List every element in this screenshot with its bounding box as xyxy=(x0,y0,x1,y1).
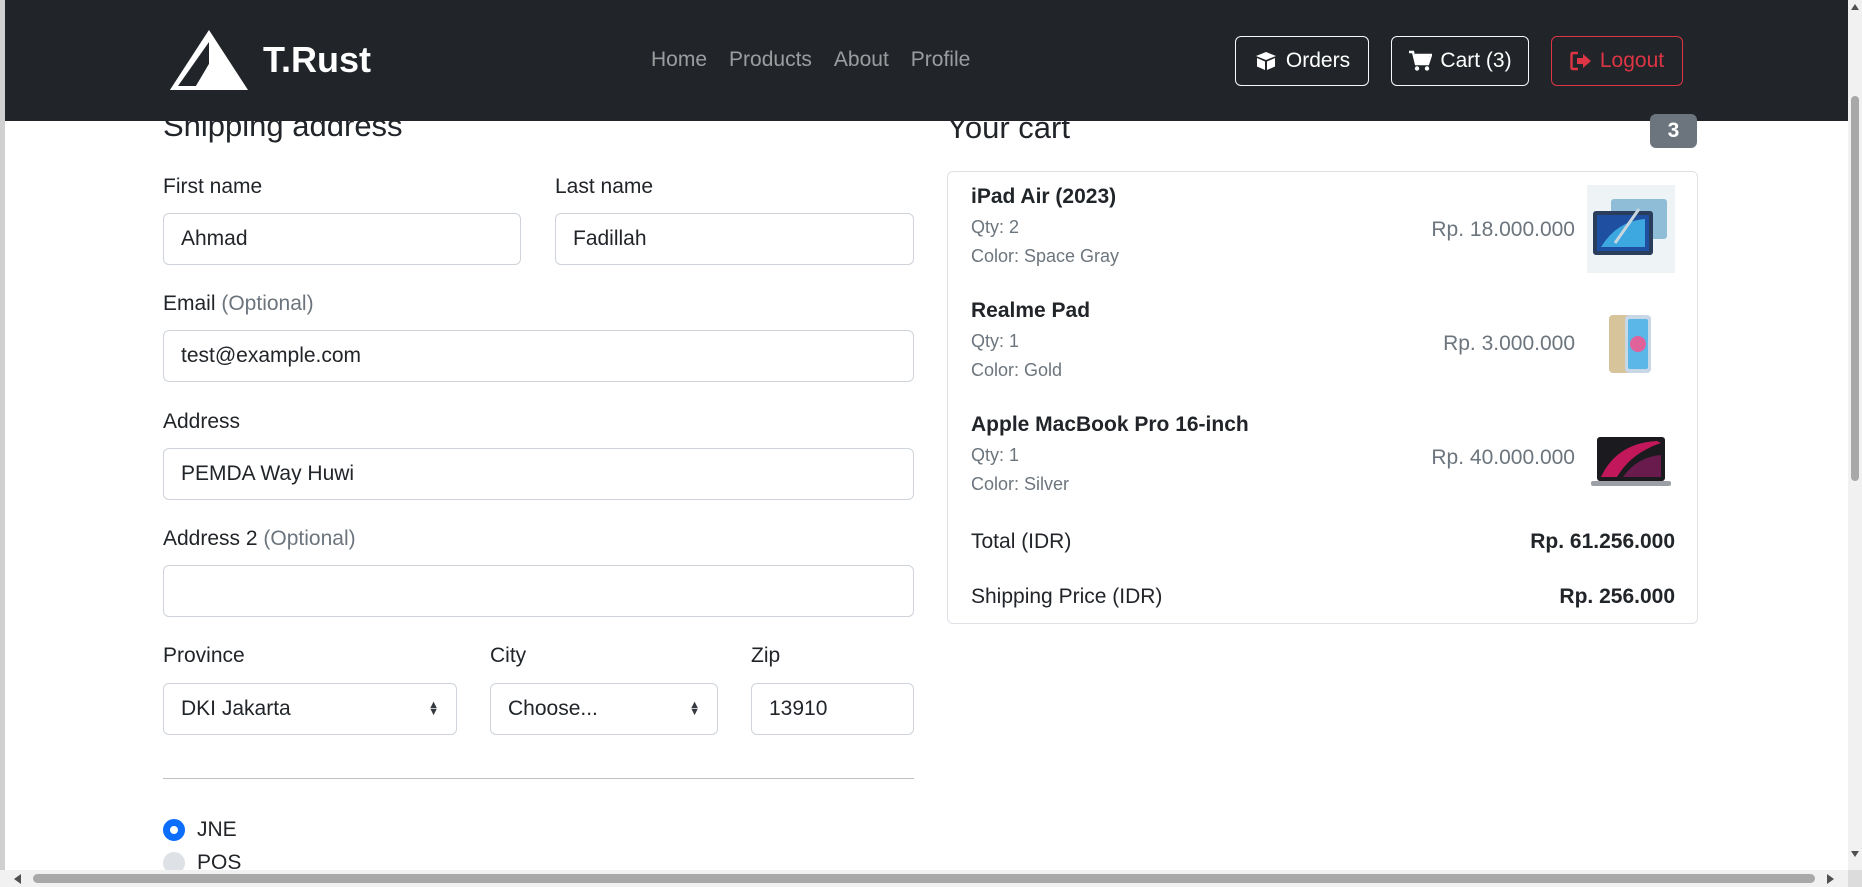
logout-icon xyxy=(1570,51,1591,71)
cart-icon xyxy=(1409,50,1433,71)
scroll-left-arrow-icon[interactable] xyxy=(14,874,21,884)
scroll-right-arrow-icon[interactable] xyxy=(1827,874,1834,884)
cart-item-color: Color: Silver xyxy=(971,474,1070,494)
address2-optional-hint: (Optional) xyxy=(263,527,356,550)
cart-list: iPad Air (2023) Qty: 2 Color: Space Gray… xyxy=(947,171,1698,624)
ipad-image-icon xyxy=(1587,185,1675,273)
cart-item-price: Rp. 3.000.000 xyxy=(1443,332,1575,355)
courier-label: JNE xyxy=(197,818,237,841)
box-icon xyxy=(1255,52,1276,70)
radio-unchecked[interactable] xyxy=(163,852,185,870)
select-caret-icon: ▲ ▼ xyxy=(689,699,700,718)
nav-link-home[interactable]: Home xyxy=(651,48,707,72)
horizontal-scroll-thumb[interactable] xyxy=(33,874,1815,883)
logout-label: Logout xyxy=(1599,49,1665,72)
nav-link-profile[interactable]: Profile xyxy=(911,48,971,72)
cart-item-color: Color: Space Gray xyxy=(971,246,1120,266)
vertical-scrollbar[interactable] xyxy=(1848,0,1862,870)
first-name-input[interactable]: Ahmad xyxy=(163,213,521,265)
divider xyxy=(163,778,914,779)
cart-item: iPad Air (2023) Qty: 2 Color: Space Gray xyxy=(971,185,1119,267)
city-select[interactable]: Choose... ▲ ▼ xyxy=(490,683,718,735)
radio-checked[interactable] xyxy=(163,819,185,841)
shipping-price-value: Rp. 256.000 xyxy=(1559,585,1675,608)
province-value: DKI Jakarta xyxy=(181,697,291,720)
courier-label: POS xyxy=(197,851,242,870)
first-name-label: First name xyxy=(163,175,263,198)
total-value: Rp. 61.256.000 xyxy=(1530,530,1675,553)
horizontal-scrollbar[interactable] xyxy=(0,870,1848,887)
cart-label: Cart (3) xyxy=(1440,49,1512,72)
address-value: PEMDA Way Huwi xyxy=(181,462,355,485)
cart-item: Apple MacBook Pro 16-inch Qty: 1 Color: … xyxy=(971,413,1249,495)
total-label: Total (IDR) xyxy=(971,530,1072,553)
cart-item: Realme Pad Qty: 1 Color: Gold xyxy=(971,299,1090,381)
cart-item-qty: Qty: 1 xyxy=(971,445,1020,465)
cart-item-name: Realme Pad xyxy=(971,299,1091,322)
cart-item-color: Color: Gold xyxy=(971,360,1063,380)
address2-label: Address 2 (Optional) xyxy=(163,527,356,551)
navbar: T.Rust Home Products About Profile Order… xyxy=(5,0,1848,121)
province-select[interactable]: DKI Jakarta ▲ ▼ xyxy=(163,683,457,735)
city-label: City xyxy=(490,644,527,667)
nav-link-about[interactable]: About xyxy=(834,48,889,72)
page: T.Rust Home Products About Profile Order… xyxy=(0,0,1848,870)
cart-count-badge: 3 xyxy=(1650,114,1697,148)
cart-item-name: iPad Air (2023) xyxy=(971,185,1117,208)
cart-item-qty: Qty: 2 xyxy=(971,217,1020,237)
tablet-image-icon xyxy=(1587,299,1675,387)
zip-input[interactable]: 13910 xyxy=(751,683,914,735)
orders-button[interactable]: Orders xyxy=(1235,36,1369,86)
last-name-label: Last name xyxy=(555,175,654,198)
city-value: Choose... xyxy=(508,697,598,720)
scroll-up-arrow-icon[interactable] xyxy=(1851,4,1859,10)
laptop-image-icon xyxy=(1587,413,1675,501)
email-optional-hint: (Optional) xyxy=(221,292,314,315)
email-label: Email (Optional) xyxy=(163,292,314,316)
last-name-value: Fadillah xyxy=(573,227,647,250)
address-label: Address xyxy=(163,410,241,433)
first-name-value: Ahmad xyxy=(181,227,248,250)
brand-logo-icon xyxy=(170,30,248,90)
nav-links: Home Products About Profile xyxy=(651,48,970,72)
shipping-title: Shipping address xyxy=(163,108,403,143)
zip-value: 13910 xyxy=(769,697,828,720)
last-name-input[interactable]: Fadillah xyxy=(555,213,914,265)
email-value: test@example.com xyxy=(181,344,362,367)
courier-option-jne[interactable]: JNE xyxy=(163,818,237,842)
zip-label: Zip xyxy=(751,644,781,667)
cart-item-qty: Qty: 1 xyxy=(971,331,1020,351)
cart-item-price: Rp. 40.000.000 xyxy=(1431,446,1575,469)
brand[interactable]: T.Rust xyxy=(168,28,371,92)
nav-link-products[interactable]: Products xyxy=(729,48,812,72)
province-label: Province xyxy=(163,644,245,667)
scrollbar-corner xyxy=(1848,870,1862,887)
address2-label-text: Address 2 xyxy=(163,527,258,550)
vertical-scroll-thumb[interactable] xyxy=(1851,96,1859,481)
select-caret-icon: ▲ ▼ xyxy=(428,699,439,718)
cart-title: Your cart xyxy=(947,110,1070,145)
orders-label: Orders xyxy=(1285,49,1351,72)
cart-item-price: Rp. 18.000.000 xyxy=(1431,218,1575,241)
brand-name: T.Rust xyxy=(263,39,371,80)
address-input[interactable]: PEMDA Way Huwi xyxy=(163,448,914,500)
email-label-text: Email xyxy=(163,292,216,315)
address2-input[interactable] xyxy=(163,565,914,617)
email-input[interactable]: test@example.com xyxy=(163,330,914,382)
cart-button[interactable]: Cart (3) xyxy=(1391,36,1529,86)
logout-button[interactable]: Logout xyxy=(1551,36,1683,86)
shipping-price-label: Shipping Price (IDR) xyxy=(971,585,1163,608)
cart-item-name: Apple MacBook Pro 16-inch xyxy=(971,413,1249,436)
courier-option-pos[interactable]: POS xyxy=(163,851,241,870)
scroll-down-arrow-icon[interactable] xyxy=(1851,851,1859,857)
